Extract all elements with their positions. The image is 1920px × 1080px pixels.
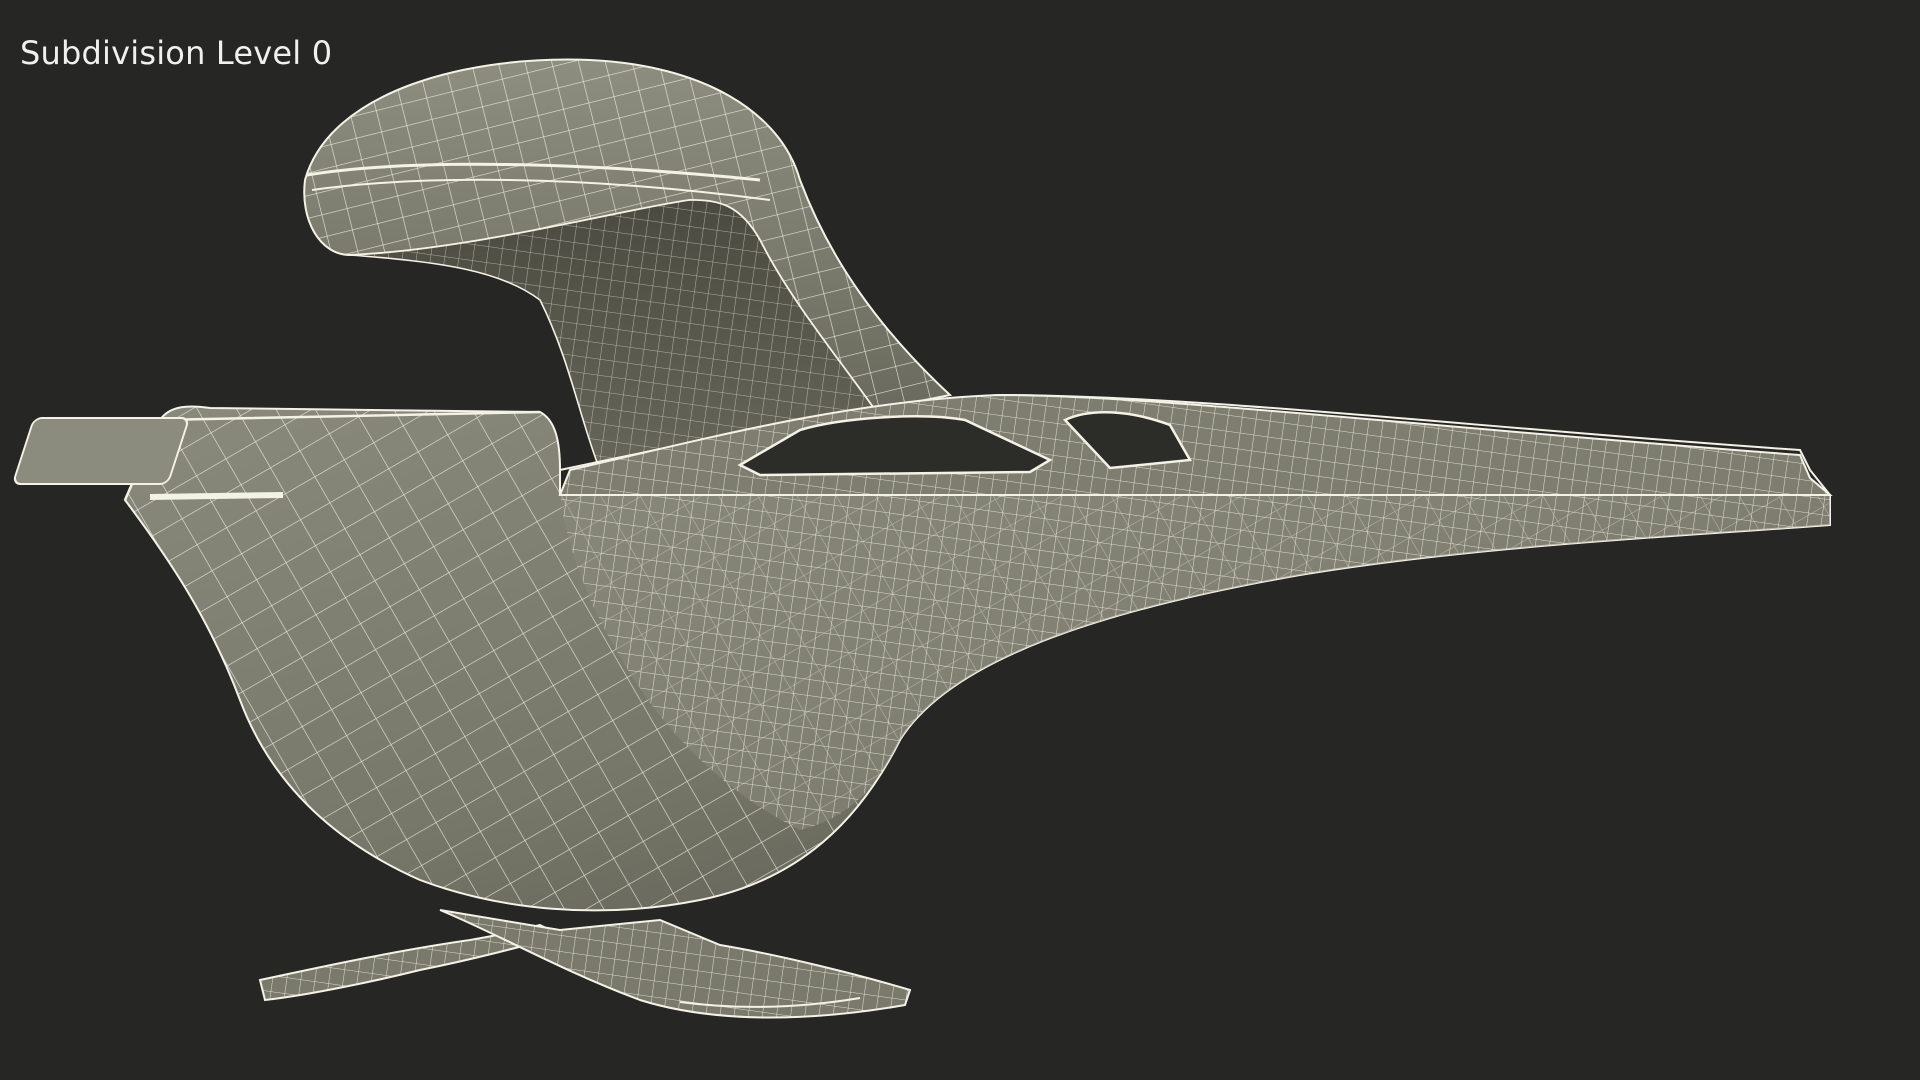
canopy-hood xyxy=(303,58,953,471)
subdivision-level-label: Subdivision Level 0 xyxy=(20,34,333,72)
base-legs xyxy=(258,909,912,1019)
wireframe-model xyxy=(13,58,1833,1019)
render-viewport: Subdivision Level 0 xyxy=(0,0,1920,1080)
control-panel xyxy=(13,417,189,485)
